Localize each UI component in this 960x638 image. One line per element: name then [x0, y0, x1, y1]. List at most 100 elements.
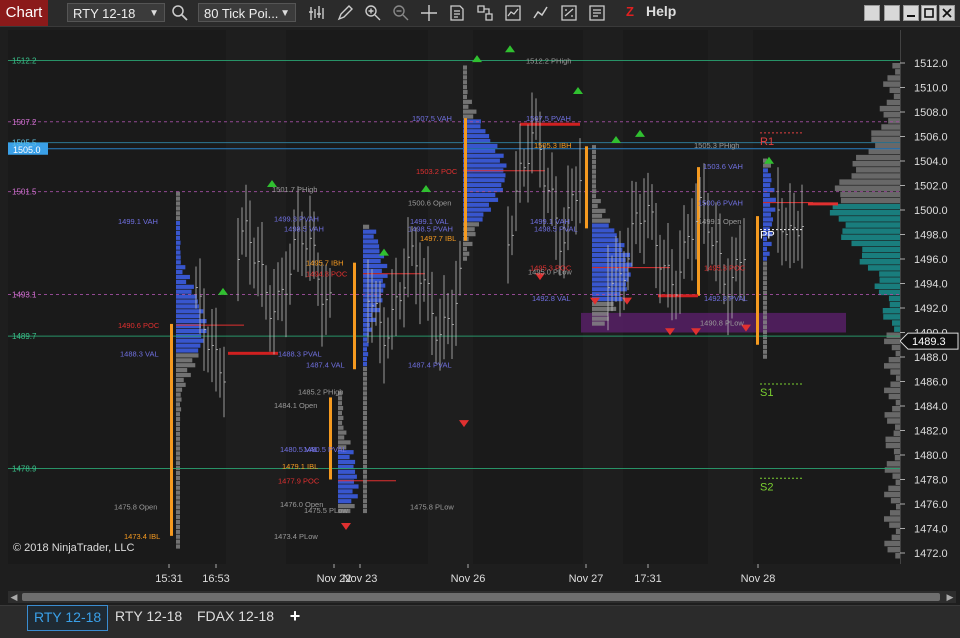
- profile-annotation: 1488.3 PVAL: [278, 349, 322, 358]
- profile-row: [463, 148, 496, 153]
- histogram-row: [885, 436, 900, 443]
- price-axis[interactable]: 1512.0 1510.0 1508.0 1506.0 1504.0 1502.0 1500…: [900, 30, 960, 564]
- profile-row: [176, 363, 196, 368]
- tab-rty[interactable]: RTY 12-18: [109, 605, 188, 631]
- histogram-row: [838, 216, 900, 222]
- profile-row: [338, 430, 347, 435]
- level-label: 1507.2: [12, 118, 37, 127]
- window-option-button[interactable]: [884, 5, 900, 21]
- profile-row: [463, 178, 505, 183]
- help-button[interactable]: Help: [646, 3, 676, 19]
- profile-row: [176, 211, 180, 216]
- profile-row: [176, 392, 181, 397]
- histogram-row: [889, 522, 900, 528]
- profile-row: [363, 430, 367, 435]
- profile-row: [763, 256, 767, 261]
- axis-tick-label: 1510.0: [914, 83, 948, 95]
- profile-annotation: 1507.5 PVAH: [526, 114, 571, 123]
- profile-row: [363, 263, 388, 269]
- profile-row: [338, 474, 357, 479]
- profile-row: [763, 212, 771, 217]
- profile-row: [763, 305, 767, 310]
- toolbar: Chart RTY 12-18 ▼ 80 Tick Poi... ▼ Z Hel…: [0, 0, 960, 27]
- draw-pencil-icon[interactable]: [335, 3, 355, 23]
- close-button[interactable]: [939, 5, 955, 21]
- search-icon[interactable]: [170, 3, 190, 23]
- profile-annotation: 1473.4 IBL: [124, 532, 160, 541]
- profile-row: [363, 347, 367, 352]
- tab-fdax[interactable]: FDAX 12-18: [191, 605, 280, 631]
- scroll-right-icon[interactable]: ▶: [944, 591, 956, 603]
- profile-annotation: 1512.2 PHigh: [526, 57, 571, 66]
- time-tick-label: Nov 28: [741, 573, 776, 585]
- chart-canvas[interactable]: 1512.21507.21505.51505.01501.51493.11489…: [8, 30, 900, 564]
- profile-row: [763, 197, 776, 202]
- profile-row: [363, 425, 367, 430]
- window-option-button[interactable]: [864, 5, 880, 21]
- zoom-in-icon[interactable]: [363, 3, 383, 23]
- profile-annotation: 1499.1 VAH: [118, 217, 158, 226]
- profile-row: [592, 218, 611, 223]
- profile-row: [763, 266, 767, 271]
- properties-icon[interactable]: [447, 3, 467, 23]
- zoom-out-icon[interactable]: [391, 3, 411, 23]
- strategies-icon[interactable]: [503, 3, 523, 23]
- analyzer-icon[interactable]: [559, 3, 579, 23]
- time-tick-label: Nov 23: [343, 573, 378, 585]
- profile-row: [176, 299, 198, 304]
- crosshair-icon[interactable]: [419, 3, 439, 23]
- profile-row: [363, 273, 388, 278]
- profile-row: [338, 425, 344, 430]
- histogram-row: [888, 357, 900, 363]
- profile-row: [463, 94, 467, 100]
- up-arrow-icon: [573, 86, 583, 94]
- profile-row: [763, 285, 767, 291]
- profile-row: [363, 371, 367, 376]
- profile-row: [176, 436, 180, 441]
- axis-tick-label: 1500.0: [914, 205, 948, 217]
- profile-row: [363, 337, 368, 342]
- profile-row: [176, 441, 180, 446]
- horizontal-scrollbar[interactable]: ◀ ▶: [8, 591, 956, 603]
- profile-row: [363, 440, 367, 445]
- time-axis[interactable]: 15:31 16:53 Nov 22Nov 23 Nov 26 Nov 27 17:31 N…: [8, 564, 900, 590]
- histogram-row: [892, 473, 900, 479]
- templates-icon[interactable]: [475, 3, 495, 23]
- chevron-down-icon: ▼: [280, 8, 290, 19]
- histogram-row: [887, 546, 900, 553]
- profile-row: [463, 104, 469, 109]
- profile-row: [338, 410, 342, 416]
- histogram-row: [883, 81, 900, 87]
- scroll-left-icon[interactable]: ◀: [8, 591, 20, 603]
- profile-row: [176, 480, 180, 485]
- maximize-button[interactable]: [921, 5, 937, 21]
- profile-row: [363, 484, 367, 489]
- profile-row: [338, 499, 352, 504]
- profile-row: [592, 267, 629, 272]
- scroll-thumb[interactable]: [22, 593, 940, 601]
- data-box-icon[interactable]: [587, 3, 607, 23]
- profile-row: [363, 303, 377, 308]
- profile-row: [592, 321, 605, 326]
- add-tab-icon[interactable]: +: [284, 605, 306, 629]
- profile-row: [592, 272, 631, 277]
- instrument-selector[interactable]: RTY 12-18 ▼: [67, 3, 165, 22]
- profile-row: [338, 455, 350, 460]
- axis-tick-label: 1472.0: [914, 548, 948, 560]
- chart-panel[interactable]: 1512.2 1507.2 1505.5 1505.0 1501.5 1493.1 1489…: [8, 30, 900, 564]
- profile-row: [763, 207, 776, 212]
- histogram-row: [884, 412, 900, 418]
- interval-selector[interactable]: 80 Tick Poi... ▼: [198, 3, 296, 22]
- z-order-icon[interactable]: Z: [623, 4, 637, 20]
- bars-type-icon[interactable]: [307, 3, 327, 23]
- histogram-row: [874, 283, 900, 289]
- minimize-button[interactable]: [903, 5, 919, 21]
- profile-row: [463, 99, 472, 104]
- profile-row: [176, 451, 180, 456]
- chart-menu-button[interactable]: Chart: [0, 0, 48, 26]
- profile-row: [363, 391, 367, 396]
- profile-row: [176, 407, 182, 412]
- indicators-icon[interactable]: [531, 3, 551, 23]
- ib-range-bar: [353, 262, 356, 370]
- tab-rty-active[interactable]: RTY 12-18: [27, 605, 109, 631]
